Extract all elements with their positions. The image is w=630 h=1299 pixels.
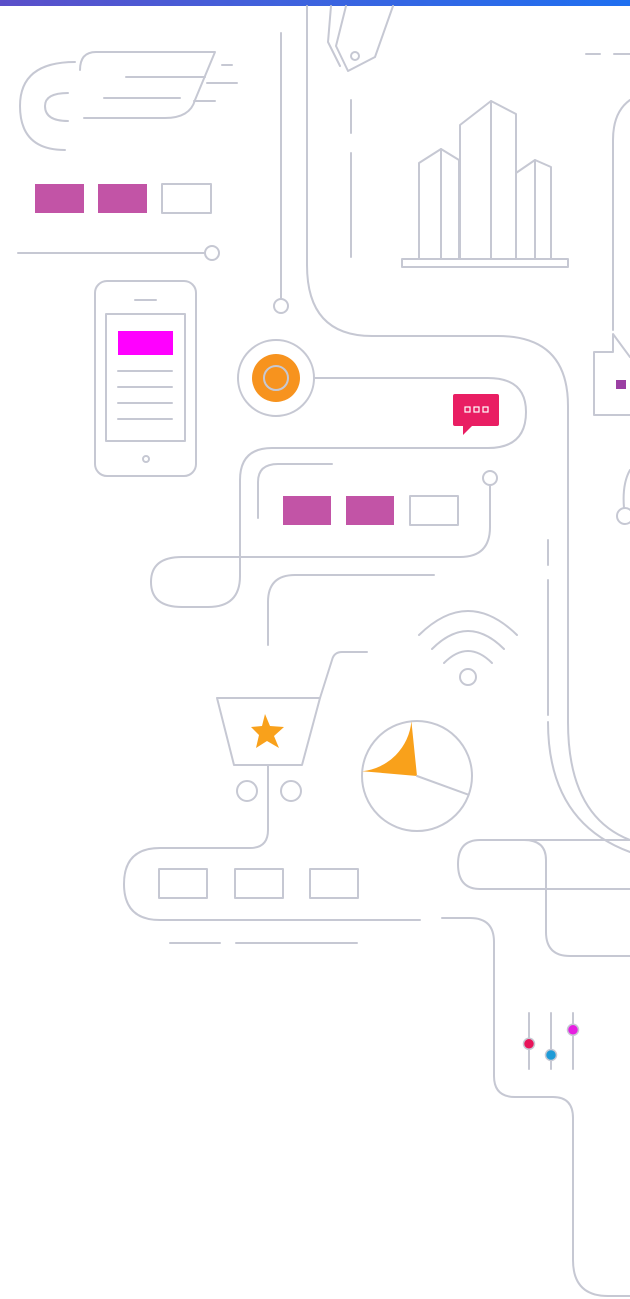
mobile-phone-icon [94, 280, 197, 477]
star-icon [251, 714, 284, 748]
sliders-icon [522, 1012, 580, 1070]
chat-bubble-icon [453, 394, 499, 435]
blocks-row-middle [283, 495, 459, 526]
slider-knob-1 [522, 1037, 536, 1051]
pie-divider-line [416, 775, 470, 796]
blocks-row-top [35, 183, 212, 214]
orange-target-icon [237, 339, 315, 417]
price-tag-icon [327, 5, 394, 72]
pie-chart-icon [361, 720, 473, 832]
winged-speed-icon [19, 51, 238, 151]
blocks-row-bottom [158, 868, 359, 899]
slider-knob-2 [544, 1048, 558, 1062]
house-icon [593, 333, 630, 416]
wifi-icon [418, 610, 518, 686]
slider-knob-3 [566, 1023, 580, 1037]
city-buildings-icon [401, 100, 569, 268]
line-art-illustration [17, 5, 630, 1297]
